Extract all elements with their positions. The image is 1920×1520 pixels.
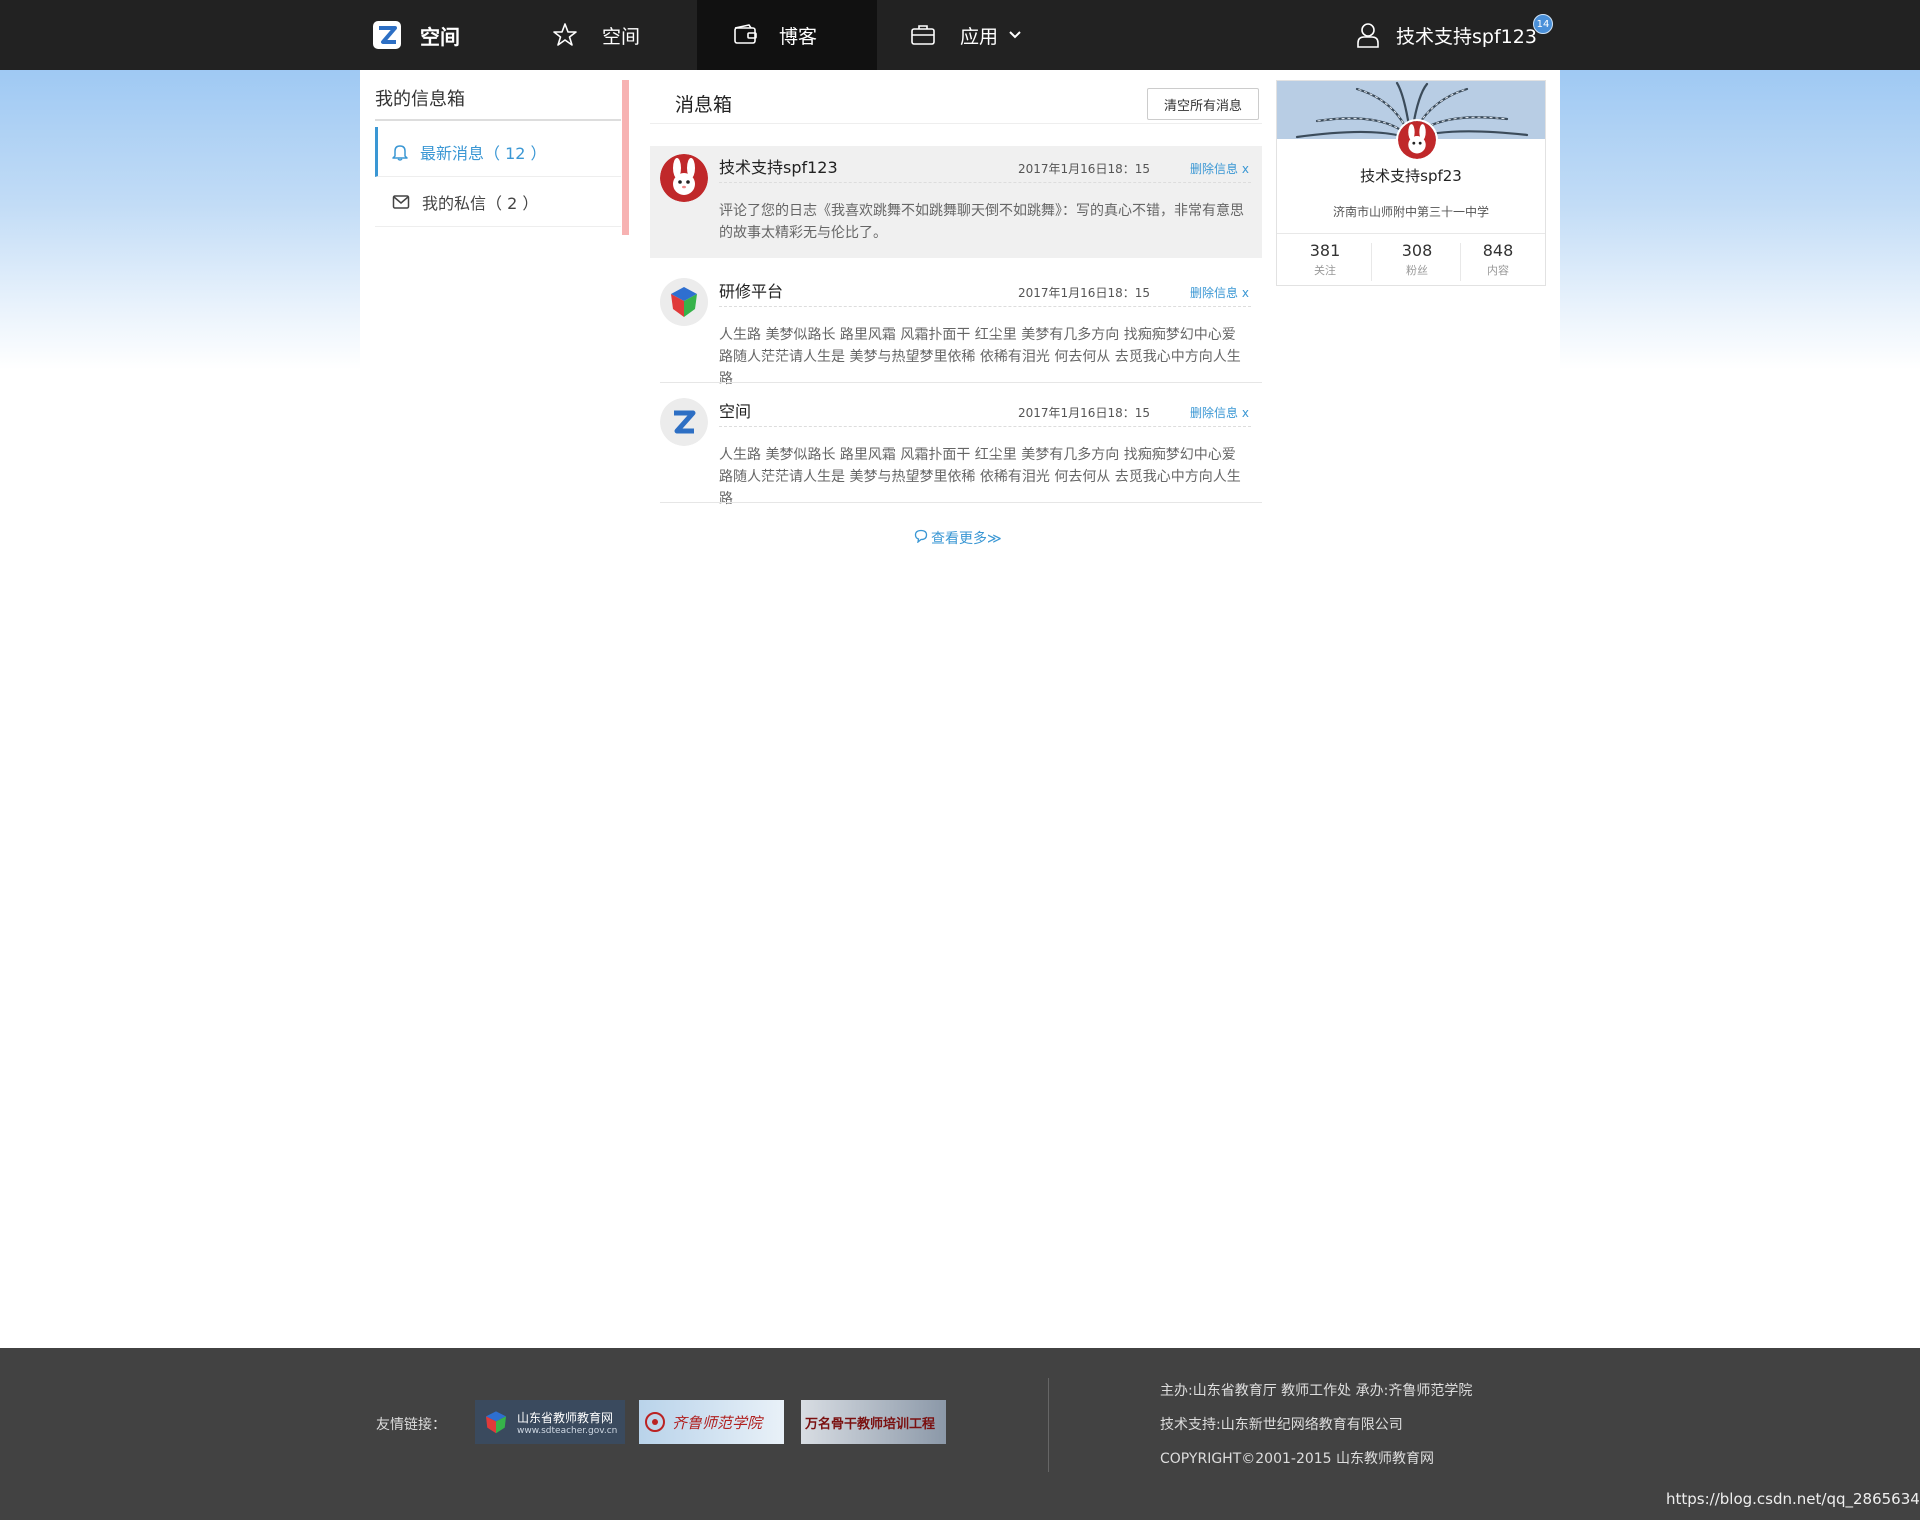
sender-name[interactable]: 技术支持spf123 (719, 154, 838, 178)
nav-label: 应用 (960, 25, 999, 48)
brand-link[interactable]: 空间 (372, 0, 460, 70)
divider (719, 306, 1251, 307)
user-name: 技术支持spf123 (1396, 25, 1537, 48)
mail-icon (392, 194, 410, 210)
message-body: 人生路 美梦似路长 路里风霜 风霜扑面干 红尘里 美梦有几多方向 找痴痴梦幻中心… (719, 327, 1241, 387)
sdteacher-logo-icon (486, 1411, 506, 1434)
qilu-seal-icon (645, 1412, 665, 1432)
divider (719, 182, 1251, 183)
sdteacher-url: www.sdteacher.gov.cn (517, 1425, 618, 1436)
message-time: 2017年1月16日18：15 (1018, 286, 1150, 300)
divider (1371, 243, 1372, 281)
divider (719, 426, 1251, 427)
clear-all-messages-button[interactable]: 清空所有消息 (1147, 88, 1259, 120)
avatar (660, 154, 708, 202)
stat-label: 内容 (1487, 264, 1509, 277)
nav-item-blog[interactable]: 博客 (697, 0, 877, 70)
brand-label: 空间 (420, 24, 460, 49)
stat-value: 308 (1401, 241, 1433, 260)
nav-label: 博客 (779, 25, 818, 48)
sidebar-item-latest-messages[interactable]: 最新消息（ 12 ） (375, 127, 621, 177)
footer-organizer: 主办:山东省教育厅 教师工作处 承办:齐鲁师范学院 (1160, 1383, 1473, 1399)
message-item[interactable]: 研修平台 2017年1月16日18：15 删除信息 x 人生路 美梦似路长 路里… (650, 270, 1262, 387)
qilu-title: 齐鲁师范学院 (672, 1413, 763, 1432)
training-title: 万名骨干教师培训工程 (805, 1416, 936, 1432)
comment-icon (914, 529, 928, 547)
delete-message-link[interactable]: 删除信息 x (1190, 404, 1249, 421)
sidebar-item-label: 最新消息（ 12 ） (420, 143, 547, 163)
view-more-link[interactable]: 查看更多≫ (914, 528, 1002, 548)
stat-value: 381 (1309, 241, 1341, 260)
footer-tech-support: 技术支持:山东新世纪网络教育有限公司 (1160, 1417, 1403, 1433)
user-icon (1356, 22, 1380, 48)
avatar (660, 398, 708, 446)
friend-links-label: 友情链接： (376, 1417, 446, 1433)
sidebar-accent-bar (622, 80, 629, 235)
sender-name[interactable]: 空间 (719, 398, 751, 422)
footer (0, 1348, 1920, 1520)
avatar (660, 278, 708, 326)
divider (660, 502, 1262, 503)
watermark-url: https://blog.csdn.net/qq_28656345 (1666, 1490, 1920, 1508)
message-item[interactable]: 空间 2017年1月16日18：15 删除信息 x 人生路 美梦似路长 路里风霜… (650, 390, 1262, 507)
sdteacher-title: 山东省教师教育网 (517, 1410, 614, 1425)
teacher-training-link[interactable]: 万名骨干教师培训工程 (801, 1400, 946, 1444)
stat-followers[interactable]: 308 粉丝 (1377, 241, 1457, 278)
profile-avatar[interactable] (1396, 119, 1438, 161)
nav-item-apps[interactable]: 应用 (910, 0, 1022, 70)
bell-icon (392, 143, 408, 161)
sidebar-item-private-messages[interactable]: 我的私信（ 2 ） (375, 177, 621, 227)
stat-content[interactable]: 848 内容 (1458, 241, 1538, 278)
message-body: 人生路 美梦似路长 路里风霜 风霜扑面干 红尘里 美梦有几多方向 找痴痴梦幻中心… (719, 447, 1241, 507)
message-time: 2017年1月16日18：15 (1018, 162, 1150, 176)
footer-copyright: COPYRIGHT©2001-2015 山东教师教育网 (1160, 1451, 1435, 1467)
message-item[interactable]: 技术支持spf123 2017年1月16日18：15 删除信息 x 评论了您的日… (650, 146, 1262, 258)
page-title: 消息箱 (675, 94, 733, 116)
chevron-down-icon (1008, 30, 1022, 40)
user-menu[interactable]: 技术支持spf123 (1356, 0, 1537, 70)
stat-following[interactable]: 381 关注 (1285, 241, 1365, 278)
nav-item-space[interactable]: 空间 (552, 0, 640, 70)
profile-name[interactable]: 技术支持spf23 (1277, 165, 1545, 186)
stat-label: 粉丝 (1406, 264, 1428, 277)
sidebar-item-label: 我的私信（ 2 ） (422, 193, 539, 213)
profile-school: 济南市山师附中第三十一中学 (1332, 205, 1489, 219)
nav-label: 空间 (602, 25, 641, 48)
delete-message-link[interactable]: 删除信息 x (1190, 284, 1249, 301)
divider (1277, 233, 1545, 234)
brand-logo-icon (372, 20, 402, 50)
delete-message-link[interactable]: 删除信息 x (1190, 160, 1249, 177)
stat-value: 848 (1482, 241, 1514, 260)
qilu-normal-link[interactable]: 齐鲁师范学院 (639, 1400, 784, 1444)
profile-card: 技术支持spf23 济南市山师附中第三十一中学 381 关注 308 粉丝 84… (1276, 80, 1546, 286)
view-more-label: 查看更多≫ (931, 531, 1002, 547)
message-body: 评论了您的日志《我喜欢跳舞不如跳舞聊天倒不如跳舞》：写的真心不错，非常有意思的故… (719, 203, 1244, 241)
star-icon (552, 22, 578, 48)
notification-badge[interactable]: 14 (1533, 14, 1553, 34)
briefcase-icon (910, 23, 936, 47)
sdteacher-link[interactable]: 山东省教师教育网 www.sdteacher.gov.cn (475, 1400, 625, 1444)
sender-name[interactable]: 研修平台 (719, 278, 783, 302)
wallet-icon (733, 24, 759, 46)
divider (660, 382, 1262, 383)
message-time: 2017年1月16日18：15 (1018, 406, 1150, 420)
footer-divider (1048, 1378, 1049, 1472)
stat-label: 关注 (1314, 264, 1336, 277)
inbox-title: 我的信息箱 (375, 85, 621, 121)
